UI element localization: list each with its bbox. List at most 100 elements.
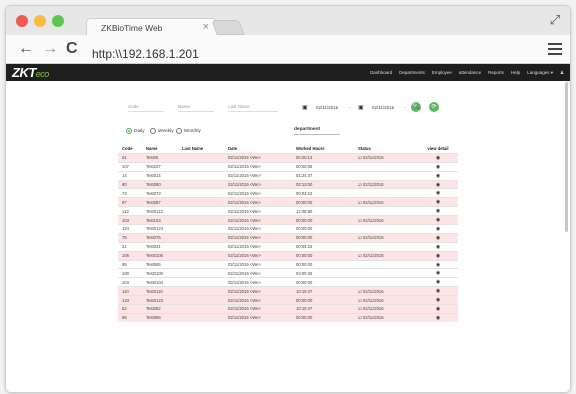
table-row[interactable]: 106 Test0106 02/11/2016 <We> 00:00:00 ☑ 02/1… <box>118 250 458 260</box>
cell-worked-hours: 00:00:08 <box>296 164 313 170</box>
table-row[interactable]: 80 Test080 02/11/2016 <We> 02:13:00 ☑ 02/11/… <box>118 179 458 189</box>
calendar-to-icon[interactable]: ▣ <box>358 104 364 111</box>
close-window-dot[interactable] <box>16 15 28 27</box>
cell-name: Test103 <box>146 217 161 223</box>
cell-status: ☑ 02/11/2016 <box>358 306 384 312</box>
view-detail-eye-icon[interactable]: ◉ <box>436 199 440 205</box>
view-detail-eye-icon[interactable]: ◉ <box>436 270 440 276</box>
table-row[interactable]: 113 Test0113 02/11/2016 <We> 12:48:50 ◉ <box>118 206 458 215</box>
view-detail-eye-icon[interactable]: ◉ <box>436 262 440 268</box>
calendar-from-icon[interactable]: ▣ <box>302 104 308 111</box>
top-nav-link[interactable]: Help <box>511 70 520 75</box>
cell-worked-hours: 10:10:47 <box>296 306 313 312</box>
top-nav-link[interactable]: Languages ▾ <box>527 70 553 76</box>
view-detail-eye-icon[interactable]: ◉ <box>436 226 440 232</box>
view-detail-eye-icon[interactable]: ◉ <box>436 244 440 250</box>
back-arrow-icon[interactable]: ← <box>18 38 34 60</box>
view-detail-eye-icon[interactable]: ◉ <box>436 155 440 161</box>
tab-close-icon[interactable]: × <box>203 21 209 33</box>
hamburger-menu-icon[interactable] <box>548 43 562 55</box>
view-detail-eye-icon[interactable]: ◉ <box>436 208 440 214</box>
view-detail-eye-icon[interactable]: ◉ <box>436 235 440 241</box>
col-view-detail: view detail <box>427 145 449 151</box>
search-icon[interactable]: 🔍 <box>411 102 421 112</box>
view-detail-eye-icon[interactable]: ◉ <box>436 288 440 294</box>
view-detail-eye-icon[interactable]: ◉ <box>436 315 440 321</box>
reset-icon[interactable]: ⟳ <box>429 102 439 112</box>
view-detail-eye-icon[interactable]: ◉ <box>436 190 440 196</box>
top-nav-link[interactable]: Departments <box>399 70 425 75</box>
table-row[interactable]: 73 Test073 02/11/2016 <We> 00:04:22 ◉ <box>118 188 458 197</box>
cell-worked-hours: 00:04:23 <box>296 244 313 250</box>
reload-icon[interactable]: C <box>66 38 78 60</box>
col-date[interactable]: Date <box>228 146 296 151</box>
table-row[interactable]: 01 Test06 02/11/2016 <We> 00:20:13 ☑ 02/11/2… <box>118 152 458 162</box>
cell-date: 02/11/2016 <We> <box>228 315 261 321</box>
table-row[interactable]: 123 Test0123 02/11/2016 <We> 00:00:00 ☑ 02/1… <box>118 295 458 305</box>
table-row[interactable]: 104 Test0104 02/11/2016 <We> 00:00:00 ◉ <box>118 277 458 286</box>
view-detail-eye-icon[interactable]: ◉ <box>436 306 440 312</box>
url-field[interactable]: http:\\192.168.1.201 <box>92 47 199 61</box>
radio-monthly[interactable]: Monthly <box>176 128 201 134</box>
name-field-underline <box>178 111 214 112</box>
table-row[interactable]: 103 Test103 02/11/2016 <We> 00:00:00 ☑ 02/11… <box>118 215 458 225</box>
code-field[interactable]: Code <box>128 104 139 109</box>
view-detail-eye-icon[interactable]: ◉ <box>436 182 440 188</box>
table-row[interactable]: 14 Test014 02/11/2016 <We> 01:24:47 ◉ <box>118 170 458 180</box>
col-code[interactable]: Code <box>118 146 146 151</box>
name-field[interactable]: Name <box>178 104 190 109</box>
view-detail-eye-icon[interactable]: ◉ <box>436 297 440 303</box>
view-detail-eye-icon[interactable]: ◉ <box>436 217 440 223</box>
lastname-field[interactable]: Last Name <box>228 104 250 109</box>
cell-worked-hours: 04:00:26 <box>296 270 313 276</box>
cell-date: 02/11/2016 <We> <box>228 262 261 268</box>
table-row[interactable]: 87 Test087 02/11/2016 <We> 00:00:00 ☑ 02/11/… <box>118 197 458 207</box>
table-row[interactable]: 107 Test107 02/11/2016 <We> 00:00:08 ◉ <box>118 161 458 171</box>
cell-view-detail: ◉ <box>418 270 458 276</box>
col-status[interactable]: Status <box>358 146 418 151</box>
col-name[interactable]: Name <box>146 146 182 151</box>
date-to-input[interactable]: 02/11/2016 <box>372 105 394 110</box>
date-from-input[interactable]: 02/11/2016 <box>316 105 338 110</box>
table-row[interactable]: 100 Test0100 02/11/2016 <We> 04:00:26 ◉ <box>118 268 458 277</box>
app-viewport: ZKTeco Dashboard Departments Employee atten… <box>6 64 570 392</box>
top-nav-link[interactable]: ♟ <box>560 70 564 76</box>
date-separator: - <box>349 105 351 110</box>
forward-arrow-icon[interactable]: → <box>42 38 58 60</box>
cell-date: 02/11/2016 <We> <box>228 306 261 312</box>
cell-name: Test06 <box>146 155 159 161</box>
page-scrollbar[interactable] <box>565 82 568 232</box>
cell-name: Test087 <box>146 199 161 205</box>
cell-date: 02/11/2016 <We> <box>228 217 261 223</box>
cell-worked-hours: 00:00:00 <box>296 235 313 241</box>
attendance-table: Code Name Last Name Date Worked Hours St… <box>118 144 458 322</box>
top-nav-link[interactable]: Employee <box>432 70 452 75</box>
table-row[interactable]: 110 Test0110 02/11/2016 <We> 10:10:47 ☑ 02/1… <box>118 286 458 296</box>
cell-date: 02/11/2016 <We> <box>228 226 261 232</box>
table-row[interactable]: 21 Test021 02/11/2016 <We> 00:04:23 ◉ <box>118 241 458 251</box>
col-worked-hours[interactable]: Worked Hours <box>296 146 358 151</box>
view-detail-eye-icon[interactable]: ◉ <box>436 279 440 285</box>
maximize-window-dot[interactable] <box>52 15 64 27</box>
table-row[interactable]: 75 Test075 02/11/2016 <We> 00:00:00 ☑ 02/11/… <box>118 232 458 242</box>
view-detail-eye-icon[interactable]: ◉ <box>436 164 440 170</box>
cell-name: Test0113 <box>146 208 163 214</box>
col-last-name[interactable]: Last Name <box>182 146 228 151</box>
top-nav-link[interactable]: Reports <box>488 70 504 75</box>
new-tab-button[interactable] <box>211 20 245 35</box>
top-nav-link[interactable]: attendance <box>459 70 481 75</box>
minimize-window-dot[interactable] <box>34 15 46 27</box>
table-row[interactable]: 65 Test065 02/11/2016 <We> 00:00:00 ◉ <box>118 259 458 269</box>
radio-weekly[interactable]: Weekly <box>150 128 174 134</box>
top-nav-link[interactable]: Dashboard <box>370 70 392 75</box>
view-detail-eye-icon[interactable]: ◉ <box>436 253 440 259</box>
table-row[interactable]: 124 Test0124 02/11/2016 <We> 00:00:00 ◉ <box>118 224 458 233</box>
department-select[interactable]: department <box>294 127 320 132</box>
radio-daily[interactable]: Daily <box>126 128 145 134</box>
cell-status: ☑ 02/11/2016 <box>358 315 384 321</box>
fullscreen-icon[interactable]: ⤢ <box>546 12 564 28</box>
cell-status: ☑ 02/11/2016 <box>358 297 384 303</box>
table-row[interactable]: 66 Test066 02/11/2016 <We> 00:00:00 ☑ 02/11/… <box>118 312 458 322</box>
view-detail-eye-icon[interactable]: ◉ <box>436 173 440 179</box>
table-row[interactable]: 52 Test052 02/11/2016 <We> 10:10:47 ☑ 02/11/… <box>118 304 458 313</box>
